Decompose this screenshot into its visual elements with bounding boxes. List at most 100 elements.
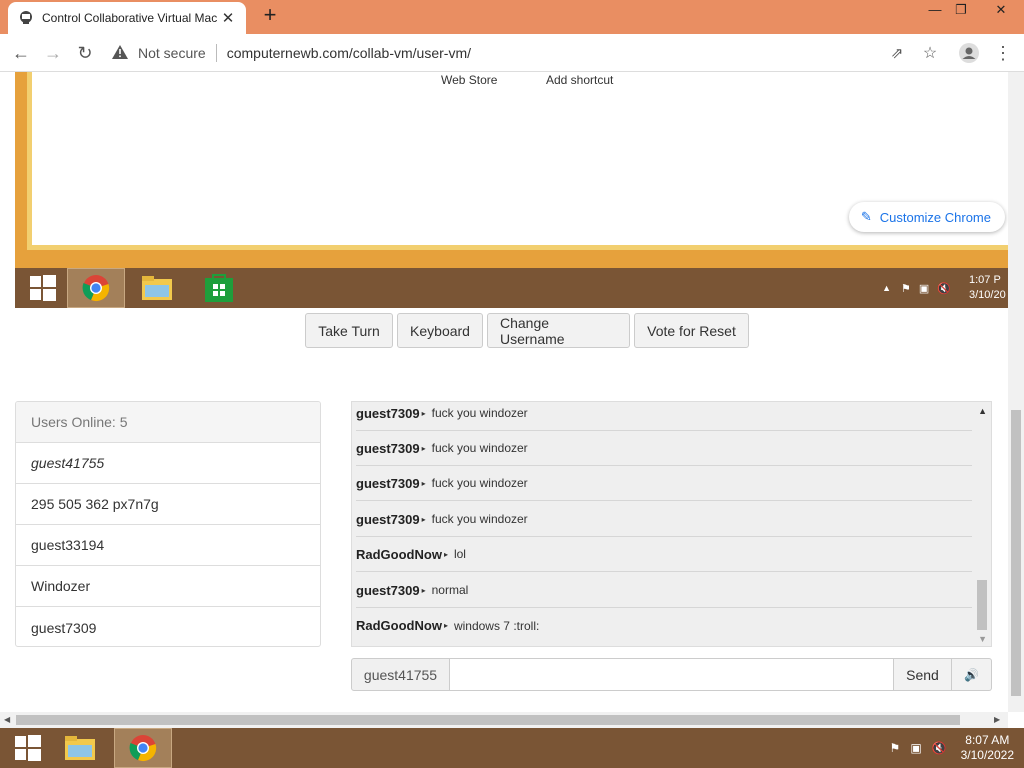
- chat-text: fuck you windozer: [431, 406, 528, 420]
- vm-chrome-newtab[interactable]: Web Store Add shortcut ✎ Customize Chrom…: [27, 72, 1009, 250]
- menu-kebab-icon[interactable]: ⋮: [990, 40, 1016, 66]
- collabvm-favicon-icon: [18, 10, 34, 26]
- customize-chrome-label: Customize Chrome: [879, 209, 991, 225]
- user-list-item[interactable]: 295 505 362 px7n7g: [16, 484, 320, 525]
- chat-username: guest7309: [356, 475, 420, 491]
- chat-scroll-up-icon[interactable]: ▲: [978, 406, 987, 416]
- customize-chrome-button[interactable]: ✎ Customize Chrome: [848, 202, 1005, 232]
- vm-explorer-folder-icon[interactable]: [129, 268, 185, 308]
- vm-clock[interactable]: 1:07 P 3/10/20: [969, 273, 1009, 303]
- chat-text: fuck you windozer: [431, 441, 528, 455]
- vm-tray-arrow-icon[interactable]: ▲: [882, 283, 891, 293]
- vm-flag-icon[interactable]: ⚑: [901, 282, 911, 295]
- profile-avatar-icon[interactable]: [956, 40, 982, 66]
- bookmark-star-icon[interactable]: ☆: [917, 40, 943, 66]
- user-list-item[interactable]: guest33194: [16, 525, 320, 566]
- page-horizontal-scrollbar[interactable]: ◀ ▶: [0, 712, 1008, 728]
- page-vertical-scrollbar[interactable]: [1008, 72, 1024, 712]
- new-tab-icon[interactable]: +: [258, 4, 282, 28]
- chat-text: fuck you windozer: [431, 476, 528, 490]
- chat-text: normal: [431, 583, 469, 597]
- security-label[interactable]: Not secure: [138, 45, 206, 61]
- chat-message: RadGoodNow ▸ lol: [356, 537, 972, 572]
- vm-clock-date: 3/10/20: [969, 289, 1006, 301]
- change-username-button[interactable]: Change Username: [487, 313, 630, 348]
- vm-start-windows-icon[interactable]: [15, 268, 71, 308]
- chat-message: RadGoodNow ▸ windows 7 :troll:: [356, 608, 972, 643]
- share-icon[interactable]: ⇗: [884, 40, 910, 66]
- users-online-header: Users Online: 5: [16, 402, 320, 443]
- chat-arrow-icon: ▸: [421, 585, 426, 595]
- tab-title: Control Collaborative Virtual Mac: [42, 11, 218, 25]
- chat-scroll-down-icon[interactable]: ▼: [978, 634, 987, 644]
- restore-icon[interactable]: ❐: [946, 0, 976, 22]
- chat-message-input[interactable]: [450, 658, 894, 691]
- vm-screen[interactable]: Web Store Add shortcut ✎ Customize Chrom…: [15, 72, 1009, 308]
- page-hscroll-thumb[interactable]: [16, 715, 960, 725]
- omnibox-divider: [215, 44, 217, 62]
- page-vscroll-thumb[interactable]: [1011, 410, 1021, 696]
- chat-username: guest7309: [356, 440, 420, 456]
- chat-arrow-icon: ▸: [443, 621, 448, 630]
- chat-arrow-icon: ▸: [421, 408, 426, 418]
- vm-shortcut-webstore[interactable]: Web Store: [441, 73, 497, 87]
- send-button[interactable]: Send: [894, 658, 952, 691]
- user-list-item[interactable]: guest41755: [16, 443, 320, 484]
- url-text[interactable]: computernewb.com/collab-vm/user-vm/: [227, 45, 471, 61]
- chat-log[interactable]: guest7309 ▸ fuck you windozer guest7309 ▸ fu…: [351, 401, 992, 647]
- chat-sound-toggle-icon[interactable]: 🔊: [952, 658, 992, 691]
- take-turn-button[interactable]: Take Turn: [305, 313, 393, 348]
- vm-volume-muted-icon[interactable]: 🔇: [937, 282, 951, 295]
- chat-arrow-icon: ▸: [443, 549, 448, 559]
- chat-message: guest7309 ▸ normal: [356, 573, 972, 608]
- host-clock-date: 3/10/2022: [960, 748, 1014, 762]
- host-network-icon[interactable]: ▣: [910, 741, 921, 755]
- chat-arrow-icon: ▸: [421, 514, 426, 524]
- vote-reset-button[interactable]: Vote for Reset: [634, 313, 749, 348]
- vm-system-tray: ▲ ⚑ ▣ 🔇 1:07 P 3/10/20: [882, 268, 1009, 308]
- keyboard-button[interactable]: Keyboard: [397, 313, 483, 348]
- chat-username-label[interactable]: guest41755: [351, 658, 450, 691]
- chat-arrow-icon: ▸: [421, 443, 426, 453]
- chat-message: guest7309 ▸ fuck you windozer: [356, 502, 972, 537]
- vm-network-icon[interactable]: ▣: [919, 282, 929, 295]
- chat-username: guest7309: [356, 511, 420, 527]
- vm-clock-time: 1:07 P: [969, 274, 1001, 286]
- forward-icon[interactable]: →: [40, 40, 66, 66]
- chat-message: guest7309 ▸ fuck you windozer: [356, 402, 972, 431]
- warning-icon: [112, 44, 132, 62]
- chat-message: guest7309 ▸ fuck you windozer: [356, 431, 972, 466]
- chat-username: guest7309: [356, 582, 420, 598]
- users-online-panel: Users Online: 5 guest41755 295 505 362 p…: [15, 401, 321, 647]
- chat-scrollbar-thumb[interactable]: [977, 580, 987, 630]
- reload-icon[interactable]: ↻: [72, 40, 98, 66]
- vm-store-icon[interactable]: [191, 268, 247, 308]
- hscroll-left-icon[interactable]: ◀: [4, 715, 10, 724]
- vm-chrome-task-icon[interactable]: [67, 268, 125, 308]
- browser-tab[interactable]: Control Collaborative Virtual Mac ✕: [8, 2, 246, 34]
- host-flag-icon[interactable]: ⚑: [890, 741, 901, 755]
- chat-text: lol: [453, 547, 466, 561]
- browser-toolbar: ← → ↻ Not secure computernewb.com/collab…: [0, 34, 1024, 72]
- host-clock[interactable]: 8:07 AM 3/10/2022: [961, 733, 1014, 763]
- host-volume-muted-icon[interactable]: 🔇: [932, 741, 947, 755]
- chat-username: guest7309: [356, 405, 420, 421]
- chat-input-group: guest41755 Send 🔊: [351, 658, 992, 691]
- user-list-item[interactable]: guest7309: [16, 607, 320, 646]
- user-list-item[interactable]: Windozer: [16, 566, 320, 607]
- chat-arrow-icon: ▸: [421, 478, 426, 488]
- tab-close-icon[interactable]: ✕: [220, 9, 236, 27]
- host-chrome-task-icon[interactable]: [114, 728, 172, 768]
- chat-text: windows 7 :troll:: [453, 618, 540, 633]
- back-icon[interactable]: ←: [8, 40, 34, 66]
- chat-username: RadGoodNow: [356, 618, 442, 633]
- address-bar[interactable]: Not secure computernewb.com/collab-vm/us…: [106, 38, 946, 68]
- hscroll-right-icon[interactable]: ▶: [994, 715, 1000, 724]
- vm-shortcut-add[interactable]: Add shortcut: [546, 73, 613, 87]
- chat-username: RadGoodNow: [356, 546, 442, 562]
- window-close-icon[interactable]: ✕: [986, 0, 1016, 22]
- host-explorer-folder-icon[interactable]: [52, 728, 108, 768]
- pencil-icon: ✎: [860, 209, 872, 224]
- host-clock-time: 8:07 AM: [965, 733, 1010, 747]
- host-start-windows-icon[interactable]: [0, 728, 56, 768]
